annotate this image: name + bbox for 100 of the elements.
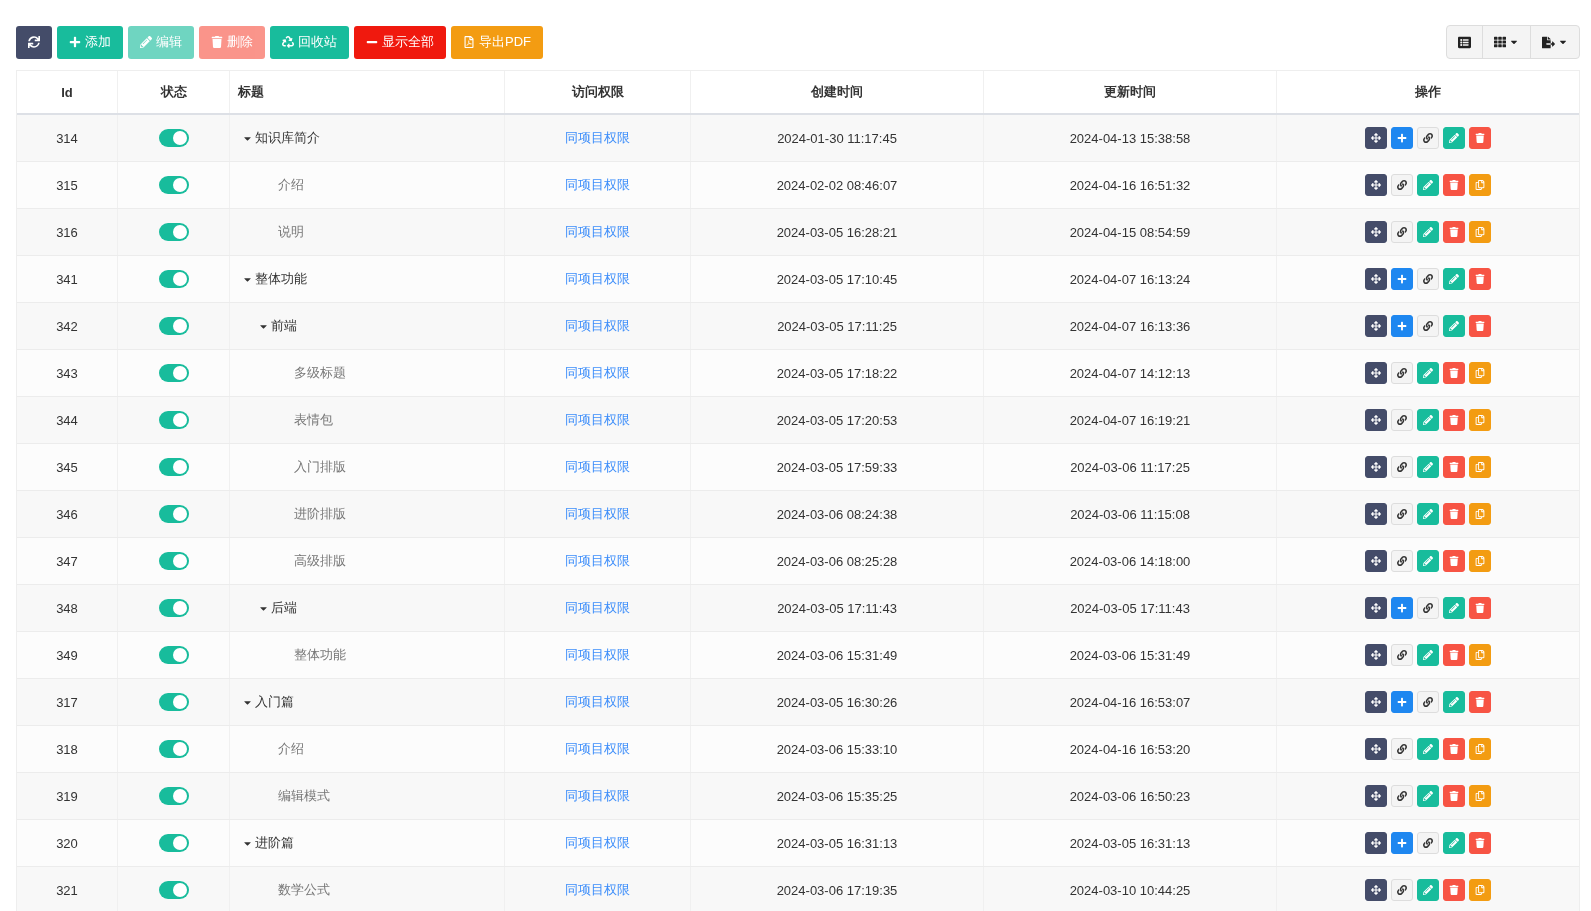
add-child-button[interactable] (1391, 597, 1413, 619)
access-link[interactable]: 同项目权限 (565, 693, 630, 711)
column-header[interactable]: 标题 (229, 71, 504, 113)
link-button[interactable] (1391, 738, 1413, 760)
refresh-button[interactable] (16, 25, 52, 59)
show-all-button[interactable]: 显示全部 (354, 25, 446, 59)
status-switch[interactable] (158, 129, 189, 147)
link-button[interactable] (1391, 503, 1413, 525)
drag-button[interactable] (1365, 362, 1387, 384)
recycle-bin-button[interactable]: 回收站 (270, 25, 349, 59)
add-child-button[interactable] (1391, 832, 1413, 854)
export-pdf-button[interactable]: 导出PDF (451, 25, 543, 59)
column-header[interactable]: 访问权限 (504, 71, 690, 113)
copy-button[interactable] (1469, 221, 1491, 243)
link-button[interactable] (1417, 832, 1439, 854)
copy-button[interactable] (1469, 456, 1491, 478)
add-child-button[interactable] (1391, 315, 1413, 337)
copy-button[interactable] (1469, 503, 1491, 525)
copy-button[interactable] (1469, 550, 1491, 572)
link-button[interactable] (1391, 409, 1413, 431)
drag-button[interactable] (1365, 691, 1387, 713)
access-link[interactable]: 同项目权限 (565, 364, 630, 382)
drag-button[interactable] (1365, 785, 1387, 807)
drag-button[interactable] (1365, 503, 1387, 525)
access-link[interactable]: 同项目权限 (565, 458, 630, 476)
status-switch[interactable] (158, 317, 189, 335)
delete-button[interactable] (1469, 127, 1491, 149)
link-button[interactable] (1417, 315, 1439, 337)
delete-button[interactable] (1443, 738, 1465, 760)
drag-button[interactable] (1365, 550, 1387, 572)
link-button[interactable] (1391, 644, 1413, 666)
link-button[interactable] (1391, 879, 1413, 901)
link-button[interactable] (1417, 597, 1439, 619)
add-button[interactable]: 添加 (57, 25, 123, 59)
drag-button[interactable] (1365, 315, 1387, 337)
drag-button[interactable] (1365, 832, 1387, 854)
access-link[interactable]: 同项目权限 (565, 317, 630, 335)
access-link[interactable]: 同项目权限 (565, 176, 630, 194)
access-link[interactable]: 同项目权限 (565, 223, 630, 241)
status-switch[interactable] (158, 693, 189, 711)
access-link[interactable]: 同项目权限 (565, 740, 630, 758)
link-button[interactable] (1417, 127, 1439, 149)
delete-button[interactable] (1443, 409, 1465, 431)
status-switch[interactable] (158, 411, 189, 429)
status-switch[interactable] (158, 881, 189, 899)
delete-button[interactable] (1469, 691, 1491, 713)
copy-button[interactable] (1469, 174, 1491, 196)
drag-button[interactable] (1365, 597, 1387, 619)
status-switch[interactable] (158, 364, 189, 382)
link-button[interactable] (1391, 174, 1413, 196)
drag-button[interactable] (1365, 879, 1387, 901)
status-switch[interactable] (158, 599, 189, 617)
column-header[interactable]: 更新时间 (983, 71, 1276, 113)
delete-button[interactable] (1443, 362, 1465, 384)
copy-button[interactable] (1469, 409, 1491, 431)
column-header[interactable]: 状态 (117, 71, 229, 113)
column-header[interactable]: 操作 (1276, 71, 1579, 113)
access-link[interactable]: 同项目权限 (565, 552, 630, 570)
status-switch[interactable] (158, 505, 189, 523)
column-header[interactable]: 创建时间 (690, 71, 983, 113)
delete-button[interactable] (1443, 550, 1465, 572)
access-link[interactable]: 同项目权限 (565, 834, 630, 852)
delete-button[interactable] (1443, 879, 1465, 901)
status-switch[interactable] (158, 834, 189, 852)
status-switch[interactable] (158, 223, 189, 241)
status-switch[interactable] (158, 787, 189, 805)
link-button[interactable] (1417, 691, 1439, 713)
drag-button[interactable] (1365, 221, 1387, 243)
delete-button[interactable] (1443, 785, 1465, 807)
delete-button[interactable] (1443, 174, 1465, 196)
drag-button[interactable] (1365, 738, 1387, 760)
drag-button[interactable] (1365, 644, 1387, 666)
status-switch[interactable] (158, 176, 189, 194)
status-switch[interactable] (158, 458, 189, 476)
copy-button[interactable] (1469, 362, 1491, 384)
delete-button[interactable] (1469, 315, 1491, 337)
delete-button[interactable] (1469, 832, 1491, 854)
drag-button[interactable] (1365, 174, 1387, 196)
delete-button[interactable] (1443, 503, 1465, 525)
drag-button[interactable] (1365, 456, 1387, 478)
access-link[interactable]: 同项目权限 (565, 646, 630, 664)
copy-button[interactable] (1469, 785, 1491, 807)
add-child-button[interactable] (1391, 127, 1413, 149)
access-link[interactable]: 同项目权限 (565, 129, 630, 147)
delete-button[interactable] (1443, 456, 1465, 478)
add-child-button[interactable] (1391, 691, 1413, 713)
access-link[interactable]: 同项目权限 (565, 881, 630, 899)
drag-button[interactable] (1365, 127, 1387, 149)
copy-button[interactable] (1469, 879, 1491, 901)
access-link[interactable]: 同项目权限 (565, 411, 630, 429)
access-link[interactable]: 同项目权限 (565, 787, 630, 805)
access-link[interactable]: 同项目权限 (565, 505, 630, 523)
add-child-button[interactable] (1391, 268, 1413, 290)
delete-button[interactable] (1469, 268, 1491, 290)
status-switch[interactable] (158, 552, 189, 570)
delete-button[interactable] (1469, 597, 1491, 619)
status-switch[interactable] (158, 646, 189, 664)
delete-button[interactable] (1443, 221, 1465, 243)
access-link[interactable]: 同项目权限 (565, 270, 630, 288)
copy-button[interactable] (1469, 738, 1491, 760)
